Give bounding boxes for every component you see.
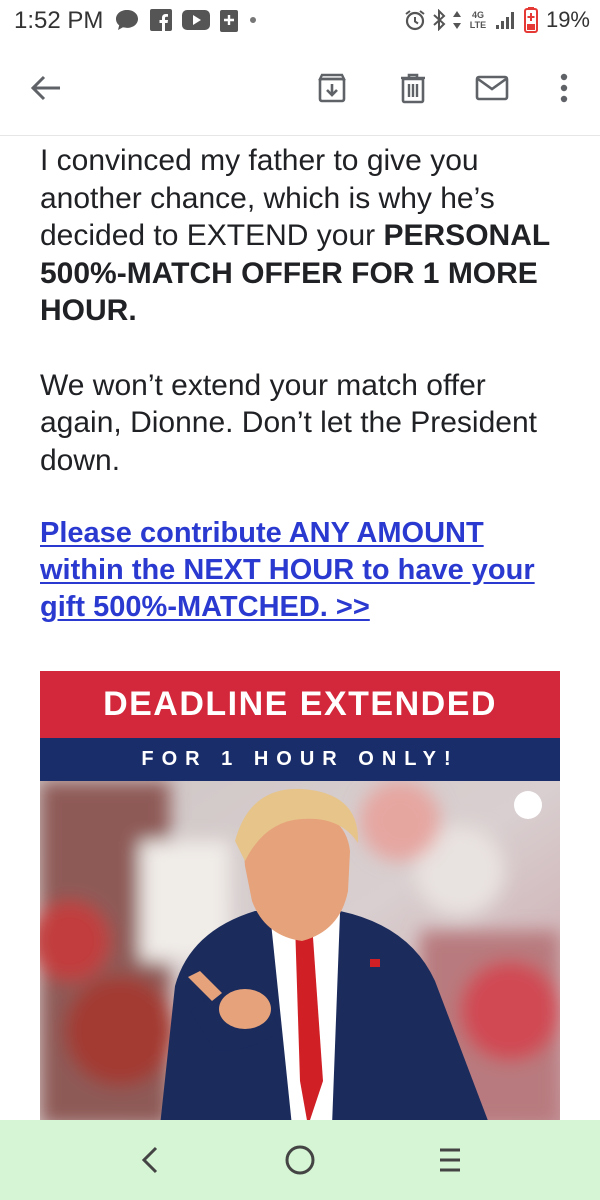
banner-subline: FOR 1 HOUR ONLY! [141, 748, 459, 770]
notification-icons [114, 8, 258, 32]
bluetooth-icon [433, 9, 446, 31]
archive-button[interactable] [308, 64, 356, 112]
facebook-icon [150, 9, 172, 31]
back-arrow-icon [30, 75, 60, 101]
battery-icon [523, 7, 538, 33]
banner-headline-strip: DEADLINE EXTENDED [40, 671, 560, 738]
paragraph-warning: We won’t extend your match offer again, … [40, 368, 537, 477]
signal-icon [495, 12, 514, 29]
nav-back-button[interactable] [122, 1136, 178, 1184]
banner-headline: DEADLINE EXTENDED [103, 685, 497, 723]
email-body: I convinced my father to give you anothe… [40, 142, 565, 626]
nav-recents-button[interactable] [422, 1136, 478, 1184]
nav-recents-icon [440, 1148, 460, 1172]
delete-button[interactable] [389, 64, 437, 112]
nav-home-button[interactable] [272, 1136, 328, 1184]
paragraph-extend-offer: I convinced my father to give you anothe… [40, 142, 565, 330]
system-nav-bar [0, 1120, 600, 1200]
deadline-banner[interactable]: DEADLINE EXTENDED FOR 1 HOUR ONLY! [40, 671, 560, 1126]
battery-percent: 19% [545, 7, 590, 32]
network-type: 4G LTE [469, 10, 487, 30]
data-arrows-icon [452, 11, 461, 29]
dot-icon [250, 17, 256, 23]
rally-photo [40, 781, 560, 1126]
email-toolbar [0, 40, 600, 136]
back-button[interactable] [22, 64, 70, 112]
news-icon [220, 10, 238, 32]
banner-photo [40, 781, 560, 1126]
contribute-link[interactable]: Please contribute ANY AMOUNT within the … [40, 515, 565, 626]
system-icons: 4G LTE 19% [404, 6, 590, 34]
archive-icon [318, 73, 346, 103]
status-time: 1:52 PM [14, 7, 104, 34]
status-bar: 1:52 PM 4G LTE 19% [0, 0, 600, 40]
mark-unread-button[interactable] [468, 64, 516, 112]
youtube-icon [182, 10, 210, 30]
mail-icon [475, 75, 509, 101]
nav-back-icon [141, 1146, 158, 1174]
more-vert-icon [560, 73, 568, 103]
nav-home-icon [285, 1145, 315, 1175]
banner-subline-strip: FOR 1 HOUR ONLY! [40, 738, 560, 781]
delete-icon [401, 73, 425, 104]
alarm-icon [405, 10, 425, 31]
more-options-button[interactable] [540, 64, 588, 112]
chat-bubble-icon [116, 10, 138, 30]
